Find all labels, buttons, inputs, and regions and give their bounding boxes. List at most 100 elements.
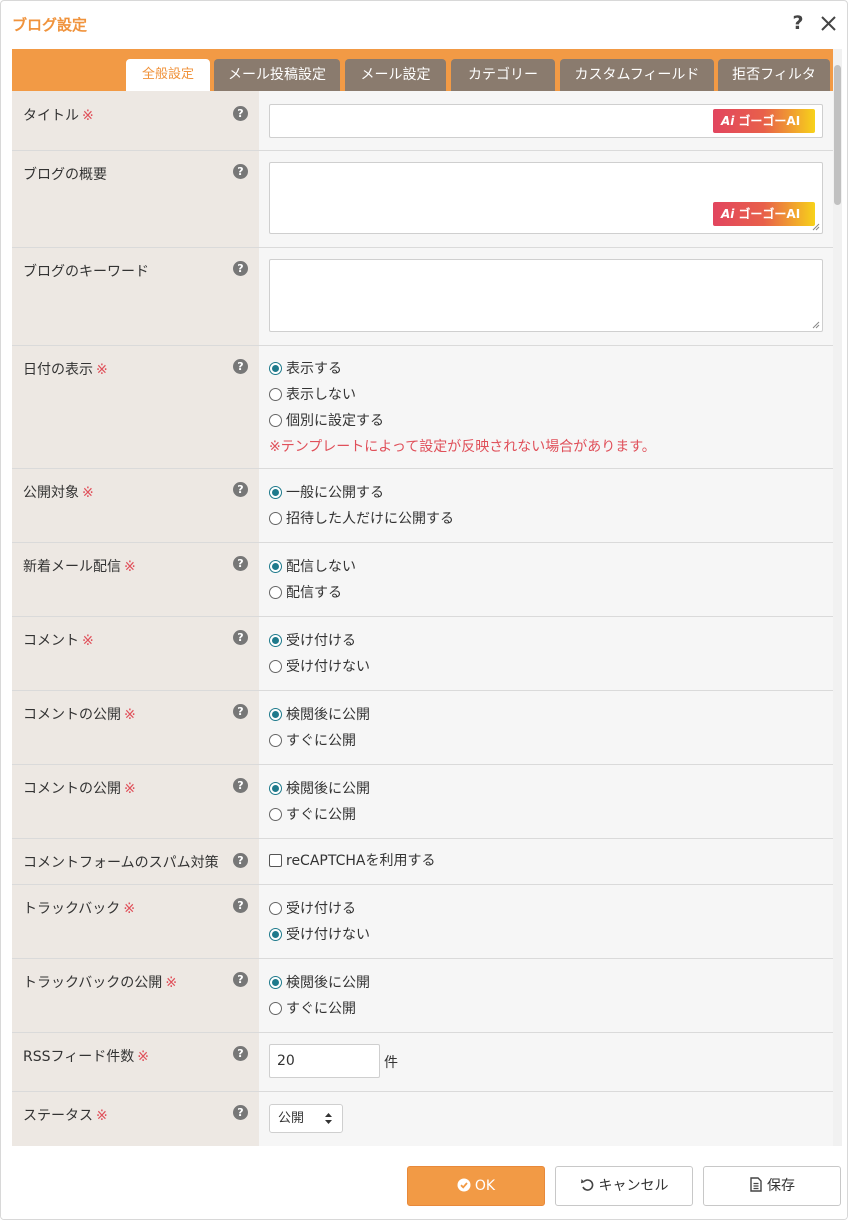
resize-handle-icon[interactable] [812, 223, 820, 231]
radio-button[interactable] [269, 634, 282, 647]
radio-button[interactable] [269, 414, 282, 427]
field-label: コメントの公開 ※ [23, 707, 136, 723]
rss-count-input[interactable]: 20 [269, 1044, 380, 1078]
help-icon[interactable]: ? [789, 11, 807, 35]
ai-generate-button[interactable]: Ai ゴーゴーAI [713, 202, 815, 226]
help-icon[interactable]: ? [233, 482, 248, 497]
cancel-button[interactable]: キャンセル [555, 1166, 693, 1206]
summary-textarea[interactable]: Ai ゴーゴーAI [269, 162, 823, 234]
radio-option[interactable]: 検閲後に公開 [269, 780, 370, 798]
help-icon[interactable]: ? [233, 164, 248, 179]
row-title: タイトル ※ ? Ai ゴーゴーAI [12, 91, 833, 151]
tab-mail[interactable]: メール設定 [345, 59, 446, 91]
row-spam: コメントフォームのスパム対策 ? reCAPTCHAを利用する [12, 839, 833, 885]
row-trackback: トラックバック ※ ? 受け付ける 受け付けない [12, 885, 833, 959]
field-label: トラックバックの公開 ※ [23, 975, 178, 991]
sort-arrows-icon [325, 1113, 332, 1124]
title-input[interactable]: Ai ゴーゴーAI [269, 104, 823, 138]
radio-option[interactable]: 検閲後に公開 [269, 706, 370, 724]
tab-general[interactable]: 全般設定 [126, 59, 210, 91]
recaptcha-checkbox[interactable]: reCAPTCHAを利用する [269, 852, 435, 870]
help-icon[interactable]: ? [233, 778, 248, 793]
scrollbar[interactable] [833, 49, 842, 1146]
checkbox[interactable] [269, 854, 282, 867]
radio-option[interactable]: すぐに公開 [269, 806, 356, 824]
radio-option[interactable]: すぐに公開 [269, 732, 356, 750]
radio-button[interactable] [269, 1002, 282, 1015]
radio-option[interactable]: 招待した人だけに公開する [269, 510, 454, 528]
radio-option[interactable]: 個別に設定する [269, 412, 384, 430]
radio-button[interactable] [269, 586, 282, 599]
radio-button[interactable] [269, 708, 282, 721]
help-icon[interactable]: ? [233, 853, 248, 868]
row-trackback-publish: トラックバックの公開 ※ ? 検閲後に公開 すぐに公開 [12, 959, 833, 1033]
radio-option[interactable]: 受け付ける [269, 900, 356, 918]
dialog-title: ブログ設定 [12, 16, 88, 34]
rss-unit: 件 [384, 1055, 398, 1071]
radio-option[interactable]: すぐに公開 [269, 1000, 356, 1018]
radio-option[interactable]: 受け付ける [269, 632, 356, 650]
help-icon[interactable]: ? [233, 261, 248, 276]
radio-option[interactable]: 配信する [269, 584, 342, 602]
row-comment-publish: コメントの公開 ※ ? 検閲後に公開 すぐに公開 [12, 691, 833, 765]
help-icon[interactable]: ? [233, 359, 248, 374]
radio-option[interactable]: 受け付けない [269, 926, 370, 944]
row-keywords: ブログのキーワード ? [12, 248, 833, 346]
field-label: ブログのキーワード [23, 264, 149, 280]
help-icon[interactable]: ? [233, 972, 248, 987]
keywords-textarea[interactable] [269, 259, 823, 332]
row-comment: コメント ※ ? 受け付ける 受け付けない [12, 617, 833, 691]
help-icon[interactable]: ? [233, 106, 248, 121]
field-label: コメントの公開 ※ [23, 781, 136, 797]
tab-reject-filter[interactable]: 拒否フィルタ [718, 59, 830, 91]
close-icon[interactable] [818, 11, 840, 35]
ai-icon: Ai [721, 114, 735, 128]
radio-option[interactable]: 検閲後に公開 [269, 974, 370, 992]
template-note: ※テンプレートによって設定が反映されない場合があります。 [269, 439, 656, 455]
radio-option[interactable]: 表示しない [269, 386, 356, 404]
check-circle-icon [457, 1178, 471, 1192]
help-icon[interactable]: ? [233, 556, 248, 571]
row-comment-publish: コメントの公開 ※ ? 検閲後に公開 すぐに公開 [12, 765, 833, 839]
document-icon [750, 1177, 762, 1192]
radio-option[interactable]: 受け付けない [269, 658, 370, 676]
tab-category[interactable]: カテゴリー [451, 59, 555, 91]
radio-button[interactable] [269, 388, 282, 401]
resize-handle-icon[interactable] [812, 321, 820, 329]
ai-icon: Ai [721, 207, 735, 221]
help-icon[interactable]: ? [233, 1046, 248, 1061]
radio-option[interactable]: 表示する [269, 360, 342, 378]
settings-form: タイトル ※ ? Ai ゴーゴーAI ブログの概要 ? Ai ゴーゴーAI ブロ… [12, 91, 833, 1146]
radio-button[interactable] [269, 734, 282, 747]
help-icon[interactable]: ? [233, 1105, 248, 1120]
radio-button[interactable] [269, 560, 282, 573]
radio-button[interactable] [269, 782, 282, 795]
save-button[interactable]: 保存 [703, 1166, 841, 1206]
radio-button[interactable] [269, 660, 282, 673]
tab-custom-field[interactable]: カスタムフィールド [560, 59, 714, 91]
tab-bar: 全般設定 メール投稿設定 メール設定 カテゴリー カスタムフィールド 拒否フィル… [12, 49, 838, 91]
radio-button[interactable] [269, 976, 282, 989]
help-icon[interactable]: ? [233, 898, 248, 913]
status-select[interactable]: 公開 [269, 1104, 343, 1133]
field-label: コメント ※ [23, 633, 94, 649]
ai-generate-button[interactable]: Ai ゴーゴーAI [713, 109, 815, 133]
radio-button[interactable] [269, 512, 282, 525]
tab-mail-post[interactable]: メール投稿設定 [214, 59, 340, 91]
field-label: ブログの概要 [23, 167, 107, 183]
radio-option[interactable]: 一般に公開する [269, 484, 384, 502]
row-date-display: 日付の表示 ※ ? 表示する 表示しない 個別に設定する ※テンプレートによって設… [12, 346, 833, 469]
field-label: 公開対象 ※ [23, 485, 94, 501]
radio-button[interactable] [269, 808, 282, 821]
radio-button[interactable] [269, 928, 282, 941]
radio-option[interactable]: 配信しない [269, 558, 356, 576]
scrollbar-thumb[interactable] [834, 65, 841, 205]
radio-button[interactable] [269, 902, 282, 915]
radio-button[interactable] [269, 362, 282, 375]
ok-button[interactable]: OK [407, 1166, 545, 1206]
radio-button[interactable] [269, 486, 282, 499]
help-icon[interactable]: ? [233, 630, 248, 645]
help-icon[interactable]: ? [233, 704, 248, 719]
row-status: ステータス ※ ? 公開 [12, 1092, 833, 1146]
field-label: トラックバック ※ [23, 901, 136, 917]
